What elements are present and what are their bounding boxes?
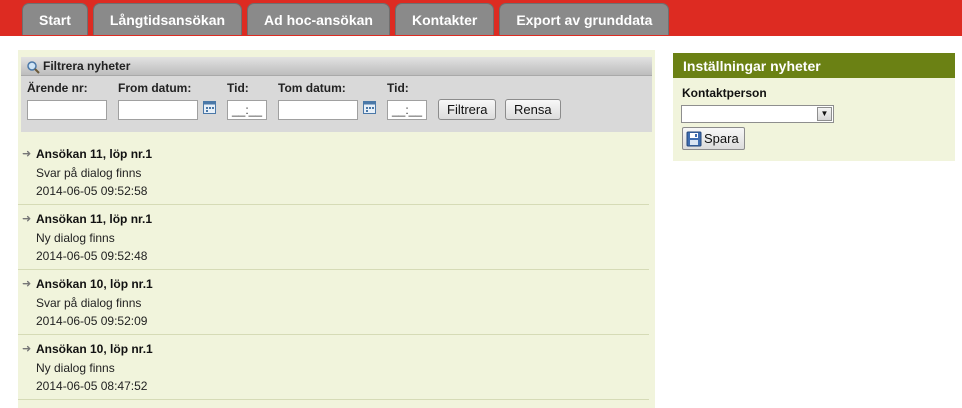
list-item[interactable]: ➜ Ansökan 11, löp nr.1 Svar på dialog fi… [18,140,649,205]
from-time-label: Tid: [227,81,249,95]
magnifier-icon [27,61,40,74]
news-title[interactable]: Ansökan 11, löp nr.1 [36,212,152,226]
to-date-input[interactable] [278,100,358,120]
arrow-right-icon: ➜ [22,148,32,160]
filter-form: Ärende nr: From datum: Tid: Tom datum: T… [21,76,652,132]
filter-title: Filtrera nyheter [43,59,131,73]
contact-person-label: Kontaktperson [682,86,767,100]
news-title[interactable]: Ansökan 10, löp nr.1 [36,277,153,291]
tab-start[interactable]: Start [22,3,88,35]
tab-adhoc-ansokan[interactable]: Ad hoc-ansökan [247,3,390,35]
arrow-right-icon: ➜ [22,213,32,225]
save-label: Spara [704,131,739,146]
main-tabs: Start Långtidsansökan Ad hoc-ansökan Kon… [22,3,670,35]
arrow-right-icon: ➜ [22,343,32,355]
list-item[interactable]: ➜ Ansökan 11, löp nr.1 Ny dialog finns 2… [18,205,649,270]
save-button[interactable]: Spara [682,127,745,150]
news-status: Svar på dialog finns [36,296,142,310]
tab-langtidsansokan[interactable]: Långtidsansökan [92,3,243,35]
contact-person-select[interactable]: ▼ [681,105,834,123]
filter-header: Filtrera nyheter [21,57,652,76]
news-status: Ny dialog finns [36,231,115,245]
list-item[interactable]: ➜ Ansökan 10, löp nr.1 Ny dialog finns 2… [18,335,649,400]
arende-input[interactable] [27,100,107,120]
list-item[interactable]: ➜ Ansökan 10, löp nr.1 Svar på dialog fi… [18,270,649,335]
to-time-input[interactable] [387,100,427,120]
news-date: 2014-06-05 09:52:48 [36,249,148,263]
news-date: 2014-06-05 09:52:09 [36,314,148,328]
settings-panel: Inställningar nyheter Kontaktperson ▼ Sp… [673,53,955,161]
filter-button[interactable]: Filtrera [438,99,497,120]
news-status: Ny dialog finns [36,361,115,375]
news-list: ➜ Ansökan 11, löp nr.1 Svar på dialog fi… [18,140,655,400]
from-date-label: From datum: [118,81,192,95]
from-time-input[interactable] [227,100,267,120]
news-title[interactable]: Ansökan 11, löp nr.1 [36,147,152,161]
news-panel: Filtrera nyheter Ärende nr: From datum: … [18,50,655,408]
from-date-input[interactable] [118,100,198,120]
arende-label: Ärende nr: [27,81,88,95]
reset-button[interactable]: Rensa [505,99,561,120]
to-time-label: Tid: [387,81,409,95]
chevron-down-icon[interactable]: ▼ [817,107,832,121]
news-title[interactable]: Ansökan 10, löp nr.1 [36,342,153,356]
news-date: 2014-06-05 08:47:52 [36,379,148,393]
arrow-right-icon: ➜ [22,278,32,290]
calendar-icon[interactable] [203,101,216,114]
news-date: 2014-06-05 09:52:58 [36,184,148,198]
tab-kontakter[interactable]: Kontakter [394,3,495,35]
calendar-icon[interactable] [363,101,376,114]
floppy-disk-icon [686,131,702,146]
news-status: Svar på dialog finns [36,166,142,180]
settings-title: Inställningar nyheter [673,53,955,78]
to-date-label: Tom datum: [278,81,346,95]
tab-export-grunddata[interactable]: Export av grunddata [499,3,670,35]
